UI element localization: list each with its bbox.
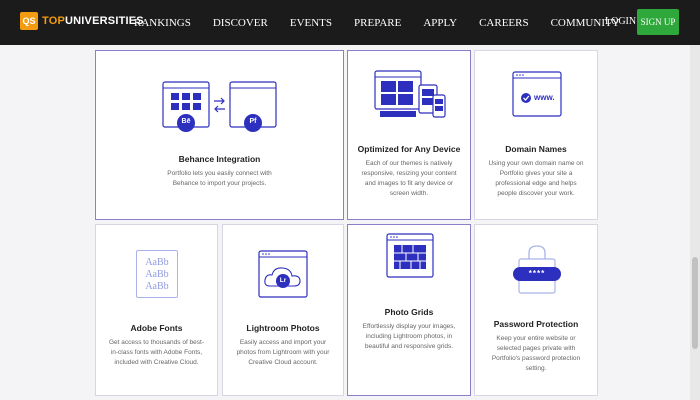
nav-link-prepare[interactable]: PREPARE [354, 17, 401, 29]
feature-card-behance: Bē Pf Behance Integration Portfolio lets… [95, 50, 344, 220]
nav-link-events[interactable]: EVENTS [290, 17, 332, 29]
nav-link-apply[interactable]: APPLY [423, 17, 457, 29]
nav-link-careers[interactable]: CAREERS [479, 17, 529, 29]
photo-grid-illustration [386, 233, 434, 278]
browser-window-illustration: www. [512, 71, 562, 117]
lock-illustration: **** [512, 243, 562, 295]
lightroom-icon: Lr [279, 277, 287, 284]
brand-badge: QS [20, 12, 38, 30]
brand-name-prefix: TOP [42, 15, 66, 27]
behance-icon: Bē [181, 118, 191, 125]
feature-title: Adobe Fonts [130, 323, 183, 333]
feature-title: Password Protection [493, 319, 579, 329]
brand-logo[interactable]: QS TOPUNIVERSITIES [20, 12, 144, 30]
login-link[interactable]: LOGIN [605, 16, 636, 27]
feature-description: Easily access and import your photos fro… [236, 339, 330, 366]
password-mask: **** [528, 269, 546, 278]
top-navigation: QS TOPUNIVERSITIES RANKINGS DISCOVER EVE… [0, 0, 700, 45]
page-scrollbar[interactable] [690, 45, 700, 400]
devices-illustration [374, 69, 446, 121]
feature-title: Photo Grids [384, 307, 434, 317]
feature-title: Lightroom Photos [246, 323, 320, 333]
brand-name-suffix: UNIVERSITIES [65, 15, 144, 27]
feature-title: Domain Names [505, 144, 567, 154]
feature-description: Portfolio lets you easily connect with B… [167, 170, 272, 187]
scrollbar-thumb[interactable] [692, 257, 698, 349]
feature-description: Get access to thousands of best-in-class… [108, 339, 205, 366]
nav-link-rankings[interactable]: RANKINGS [134, 17, 191, 29]
feature-card-fonts: AaBb AaBb AaBb Adobe Fonts Get access to… [95, 224, 218, 396]
feature-description: Effortlessly display your images, includ… [362, 323, 456, 350]
nav-links: RANKINGS DISCOVER EVENTS PREPARE APPLY C… [134, 0, 642, 45]
feature-title: Optimized for Any Device [357, 144, 461, 154]
feature-card-password: **** Password Protection Keep your entir… [474, 224, 598, 396]
font-sample-2: AaBb [145, 269, 169, 280]
font-sample-3: AaBb [145, 281, 169, 292]
signup-button[interactable]: SIGN UP [637, 9, 679, 35]
font-sample-illustration: AaBb AaBb AaBb [136, 250, 178, 298]
feature-description: Keep your entire website or selected pag… [491, 335, 581, 372]
brand-name: TOPUNIVERSITIES [42, 15, 144, 27]
font-sample-1: AaBb [145, 257, 169, 268]
feature-card-device: Optimized for Any Device Each of our the… [347, 50, 471, 220]
feature-title: Behance Integration [178, 154, 261, 164]
feature-description: Using your own domain name on Portfolio … [488, 160, 584, 197]
behance-illustration: Bē Pf [162, 79, 277, 134]
feature-card-domain: www. Domain Names Using your own domain … [474, 50, 598, 220]
feature-card-grids: Photo Grids Effortlessly display your im… [347, 224, 471, 396]
domain-url-text: www. [534, 93, 555, 102]
lightroom-cloud-illustration: Lr [258, 250, 308, 298]
portfolio-icon: Pf [249, 118, 257, 125]
nav-link-discover[interactable]: DISCOVER [213, 17, 268, 29]
feature-description: Each of our themes is natively responsiv… [361, 160, 457, 197]
feature-card-lightroom: Lr Lightroom Photos Easily access and im… [222, 224, 344, 396]
